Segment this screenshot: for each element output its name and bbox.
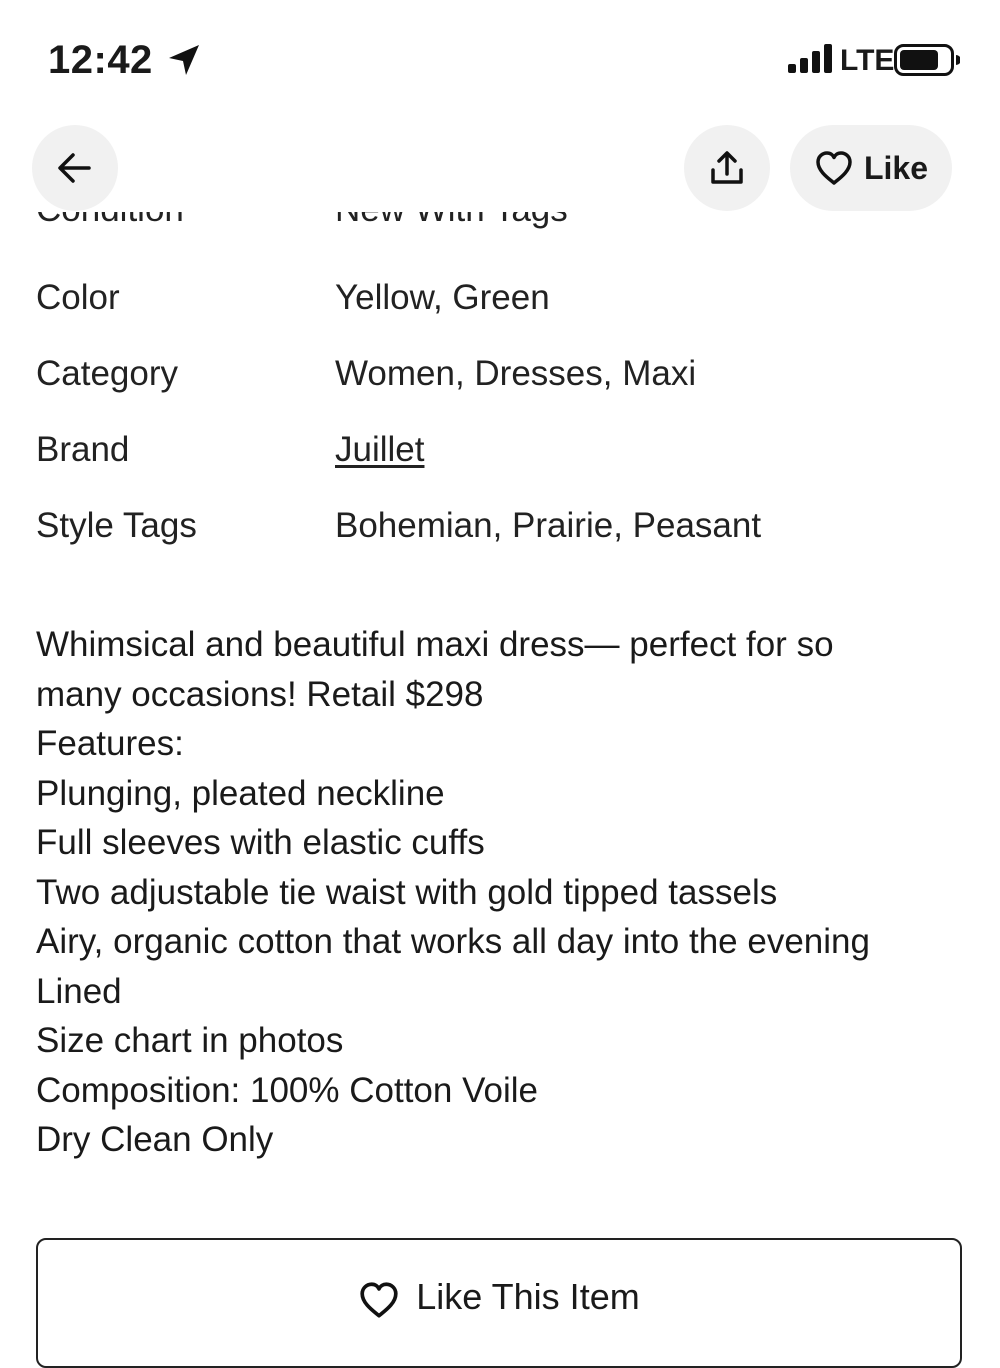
description-line: Dry Clean Only	[36, 1120, 274, 1159]
description-line: Two adjustable tie waist with gold tippe…	[36, 872, 778, 912]
like-this-item-button[interactable]: Like This Item	[36, 1238, 962, 1368]
clipped-attribute-row: Condition New With Tags	[0, 212, 1000, 240]
item-description: Whimsical and beautiful maxi dress— perf…	[36, 620, 966, 1165]
brand-link[interactable]: Juillet	[335, 430, 424, 470]
description-line: Lined	[36, 971, 122, 1011]
network-type: LTE	[840, 44, 895, 77]
attribute-row-style-tags: Style Tags Bohemian, Prairie, Peasant	[36, 506, 966, 556]
attribute-key: Brand	[36, 430, 130, 469]
attribute-value: Women, Dresses, Maxi	[335, 354, 697, 393]
like-this-item-label: Like This Item	[416, 1276, 640, 1317]
description-line: Full sleeves with elastic cuffs	[36, 823, 485, 862]
description-line: Size chart in photos	[36, 1021, 344, 1060]
description-line: Airy, organic cotton that works all day …	[36, 922, 870, 961]
attribute-key: Style Tags	[36, 506, 197, 545]
attribute-row-color: Color Yellow, Green	[36, 278, 966, 328]
like-label: Like	[863, 149, 929, 186]
attribute-value: Bohemian, Prairie, Peasant	[335, 506, 762, 545]
like-button[interactable]: Like	[790, 125, 952, 211]
description-line: Composition: 100% Cotton Voile	[36, 1070, 538, 1110]
back-button[interactable]	[32, 125, 118, 211]
attribute-key: Category	[36, 354, 179, 393]
arrow-left-icon	[58, 153, 91, 183]
attribute-row-category: Category Women, Dresses, Maxi	[36, 354, 966, 404]
attribute-key: Color	[36, 278, 120, 317]
share-button[interactable]	[684, 125, 770, 211]
signal-strength-icon	[788, 44, 832, 73]
attribute-value: Yellow, Green	[335, 278, 550, 317]
attribute-value: New With Tags	[335, 212, 568, 230]
heart-icon	[816, 151, 852, 185]
description-line: Whimsical and beautiful maxi dress— perf…	[36, 625, 834, 664]
attribute-key: Condition	[36, 212, 184, 230]
heart-icon	[360, 1282, 398, 1318]
status-time: 12:42	[48, 38, 153, 82]
share-icon	[711, 151, 743, 184]
description-line: Plunging, pleated neckline	[36, 773, 445, 813]
battery-icon	[894, 44, 960, 76]
location-arrow-icon	[169, 45, 199, 75]
description-line: many occasions! Retail $298	[36, 674, 484, 714]
status-bar: 12:42 LTE	[0, 0, 1000, 110]
attribute-row-brand: Brand Juillet	[36, 430, 966, 480]
description-line: Features:	[36, 724, 184, 763]
